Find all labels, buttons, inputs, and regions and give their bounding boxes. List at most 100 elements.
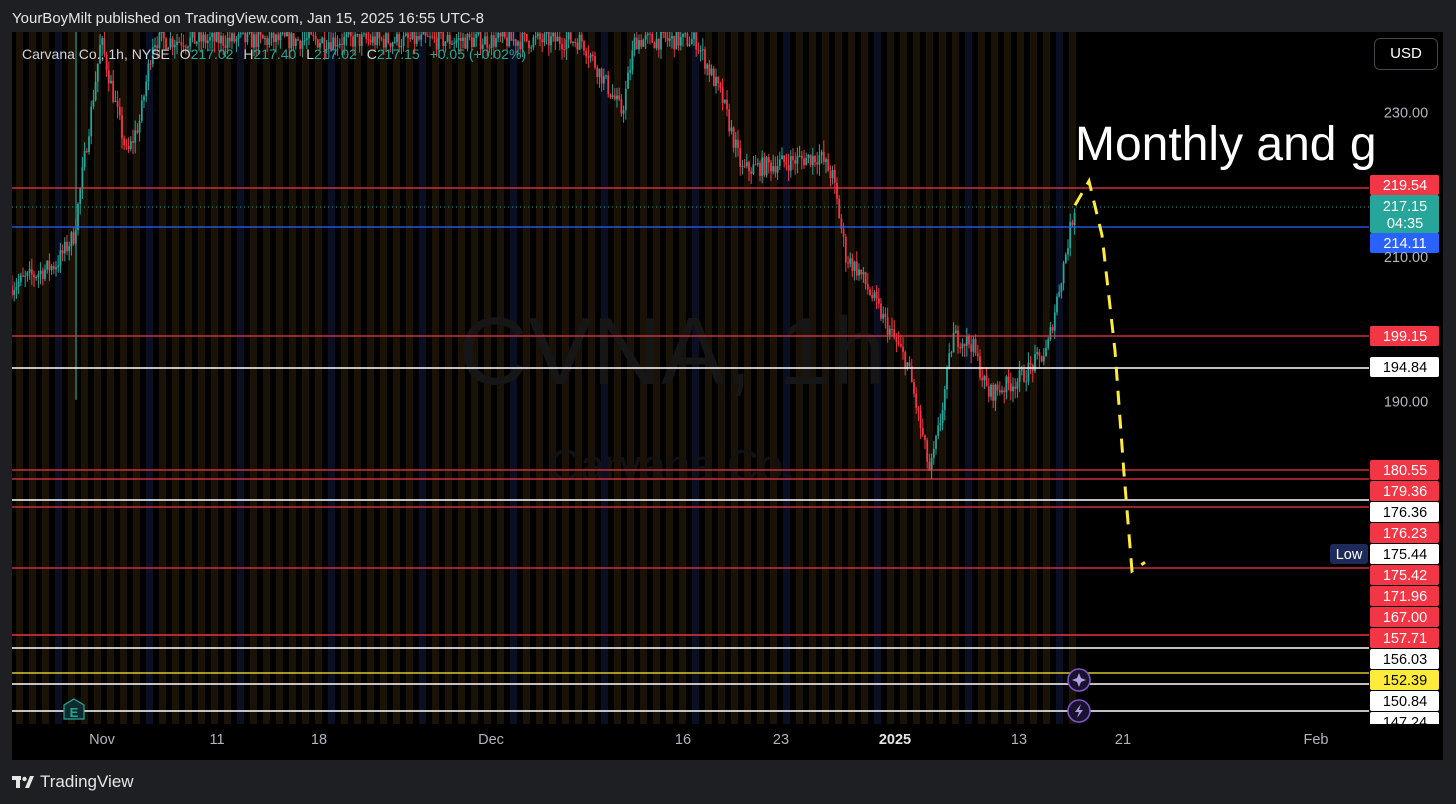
footer: TradingView [0,760,1456,804]
candle-body [723,99,726,103]
candle-body [264,38,266,40]
candle-body [732,127,735,148]
candle-body [484,36,486,45]
candle-body [583,41,585,51]
candle-body [985,375,988,387]
candle-body [605,75,607,77]
candle-body [127,145,130,150]
candle-body [792,156,794,161]
candle-body [24,275,27,277]
publish-header: YourBoyMilt published on TradingView.com… [0,0,1456,32]
candle-body [191,32,194,38]
candle-body [807,154,810,158]
price-badge-label: 156.03 [1383,652,1427,668]
candle-body [259,32,262,36]
x-tick-label: Feb [1304,732,1329,748]
legend-symbol: Carvana Co., 1h, NYSE [22,46,170,62]
x-tick-label: 16 [675,732,691,748]
candle-body [941,409,944,424]
candle-body [26,272,29,276]
candle-body [545,32,548,34]
candle-body [424,32,427,36]
candle-body [455,40,458,43]
candle-body [180,42,183,46]
price-badge-label: 167.00 [1383,610,1427,626]
candle-body [1038,352,1041,356]
session-band [16,32,23,724]
session-band [81,32,88,724]
candle-body [46,260,49,270]
candle-body [363,33,365,35]
candle-body [248,32,251,33]
watermark-symbol: CVNA, 1h [459,298,886,405]
currency-button[interactable]: USD [1374,38,1438,70]
candle-body [176,41,178,46]
candle-body [61,250,64,254]
candle-body [48,260,51,271]
candle-body [913,382,915,394]
candle-body [552,32,555,37]
candle-body [963,343,966,346]
candle-body [1067,248,1069,255]
candle-body [431,36,434,38]
candle-body [664,32,667,39]
session-band [55,32,62,724]
session-band [68,32,75,724]
price-chart[interactable]: CVNA, 1h Carvana Co. 219.54214.11199.151… [12,32,1443,760]
tradingview-logo[interactable]: TradingView [12,772,134,792]
session-band [406,32,413,724]
chart-panel[interactable]: CVNA, 1h Carvana Co. 219.54 214.11 199.15 1… [12,32,1443,760]
candle-body [877,298,880,304]
candle-body [85,151,88,153]
candle-body [268,37,271,45]
candle-body [457,37,460,41]
candle-body [532,37,535,48]
candle-body [41,270,44,279]
candle-body [829,171,832,179]
candle-body [651,34,654,43]
candle-body [81,167,84,189]
price-badge-label: 157.71 [1383,631,1427,647]
candle-body [1027,362,1030,382]
candle-body [666,38,669,41]
publish-line: YourBoyMilt published on TradingView.com… [12,10,484,27]
candle-body [1071,222,1074,226]
session-band [380,32,387,724]
session-band [42,32,49,724]
candle-body [96,63,99,82]
annotation-text[interactable]: Monthly and g [1075,118,1377,171]
candle-body [57,265,60,268]
candle-body [708,64,711,75]
candle-body [849,258,852,264]
candle-body [211,33,214,38]
x-tick-label: 11 [209,732,224,748]
candle-body [37,274,40,278]
candle-body [943,389,946,410]
candle-body [864,272,867,285]
candle-body [618,95,621,100]
session-band [172,32,179,724]
candle-body [345,34,348,37]
candle-body [1073,212,1076,226]
session-band [237,32,244,724]
candle-body [657,38,660,50]
candle-body [200,32,203,42]
candle-body [429,36,431,38]
symbol-legend[interactable]: Carvana Co., 1h, NYSE O217.02 H217.40 L2… [22,46,526,62]
candle-body [536,33,539,37]
candle-body [697,49,700,51]
legend-high: 217.40 [253,46,297,62]
candle-body [772,166,775,172]
legend-low: 217.02 [314,46,357,62]
candle-body [50,266,53,271]
candle-body [818,155,821,165]
candle-body [28,269,31,273]
candle-body [371,36,374,43]
session-band [991,32,998,724]
candle-body [959,346,962,349]
candle-body [580,34,583,42]
price-badge-label: 176.23 [1383,526,1427,542]
candle-body [79,188,82,204]
session-band [94,32,101,724]
candle-body [510,32,513,41]
